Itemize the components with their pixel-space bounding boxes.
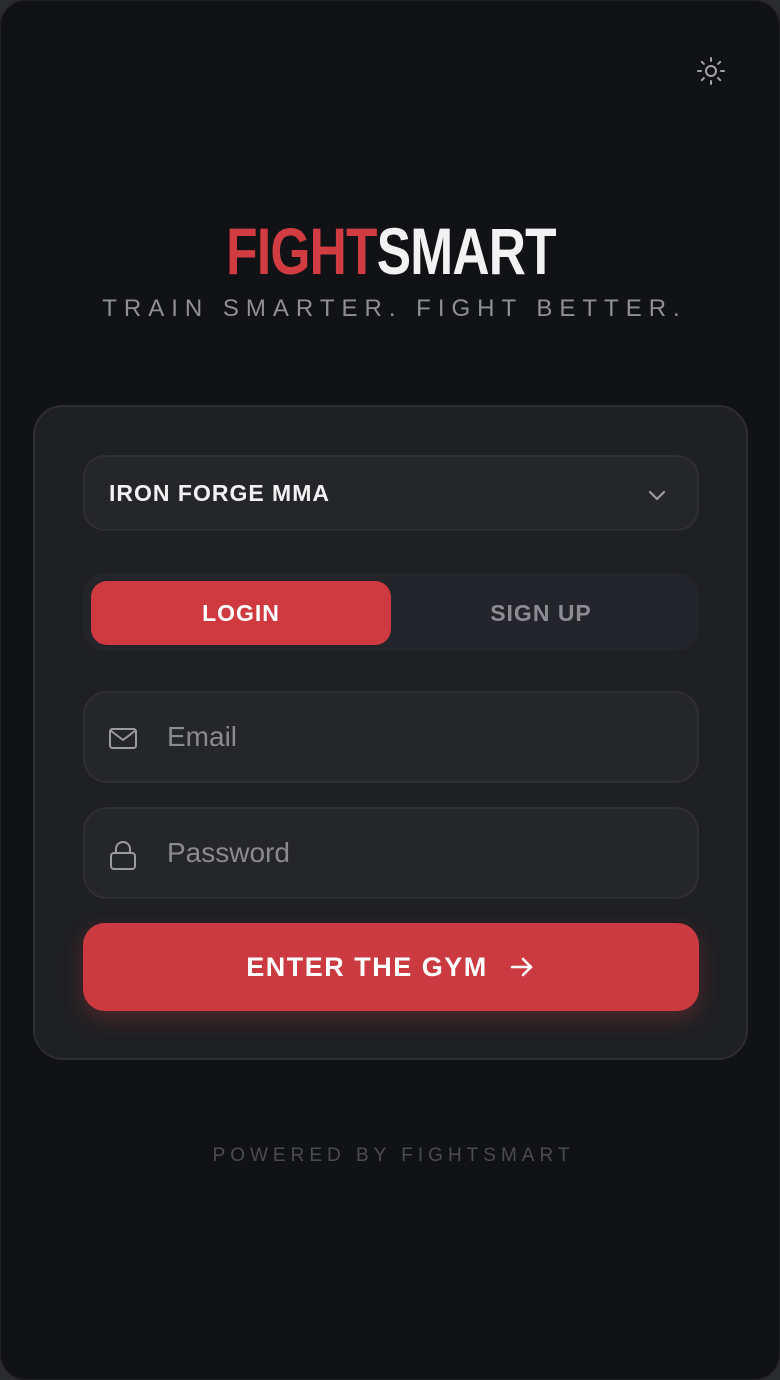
lock-icon (110, 841, 136, 870)
gym-select-value: IRON FORGE MMA (109, 479, 330, 506)
login-card: IRON FORGE MMA LOGIN SIGN UP ENTER TH (33, 405, 748, 1060)
email-field (83, 691, 699, 783)
brand-part-fight: FIGHT (226, 214, 377, 288)
gym-select[interactable]: IRON FORGE MMA (83, 455, 699, 531)
enter-gym-button[interactable]: ENTER THE GYM (83, 923, 699, 1011)
auth-tabs: LOGIN SIGN UP (83, 573, 699, 651)
password-input[interactable] (165, 809, 685, 897)
theme-toggle-button[interactable] (693, 53, 729, 89)
brand-part-smart: SMART (376, 214, 557, 288)
tagline: TRAIN SMARTER. FIGHT BETTER. (102, 295, 687, 322)
tab-signup[interactable]: SIGN UP (391, 581, 691, 645)
password-field (83, 807, 699, 899)
mail-icon (109, 728, 137, 749)
email-input[interactable] (165, 693, 685, 781)
tab-login[interactable]: LOGIN (91, 581, 391, 645)
chevron-down-icon (648, 490, 666, 501)
login-screen: FIGHTSMART TRAIN SMARTER. FIGHT BETTER. … (0, 0, 780, 1380)
brand-logo: FIGHTSMART (87, 213, 695, 289)
footer-powered-by: POWERED BY FIGHTSMART (212, 1145, 575, 1166)
arrow-right-icon (510, 957, 533, 977)
enter-gym-label: ENTER THE GYM (246, 951, 488, 982)
sun-icon (697, 57, 725, 85)
